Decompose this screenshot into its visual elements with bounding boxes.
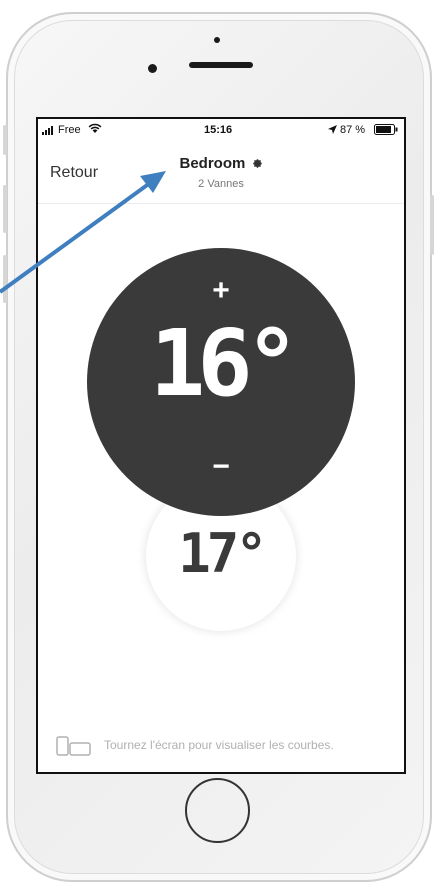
annotation-arrow <box>0 171 166 294</box>
